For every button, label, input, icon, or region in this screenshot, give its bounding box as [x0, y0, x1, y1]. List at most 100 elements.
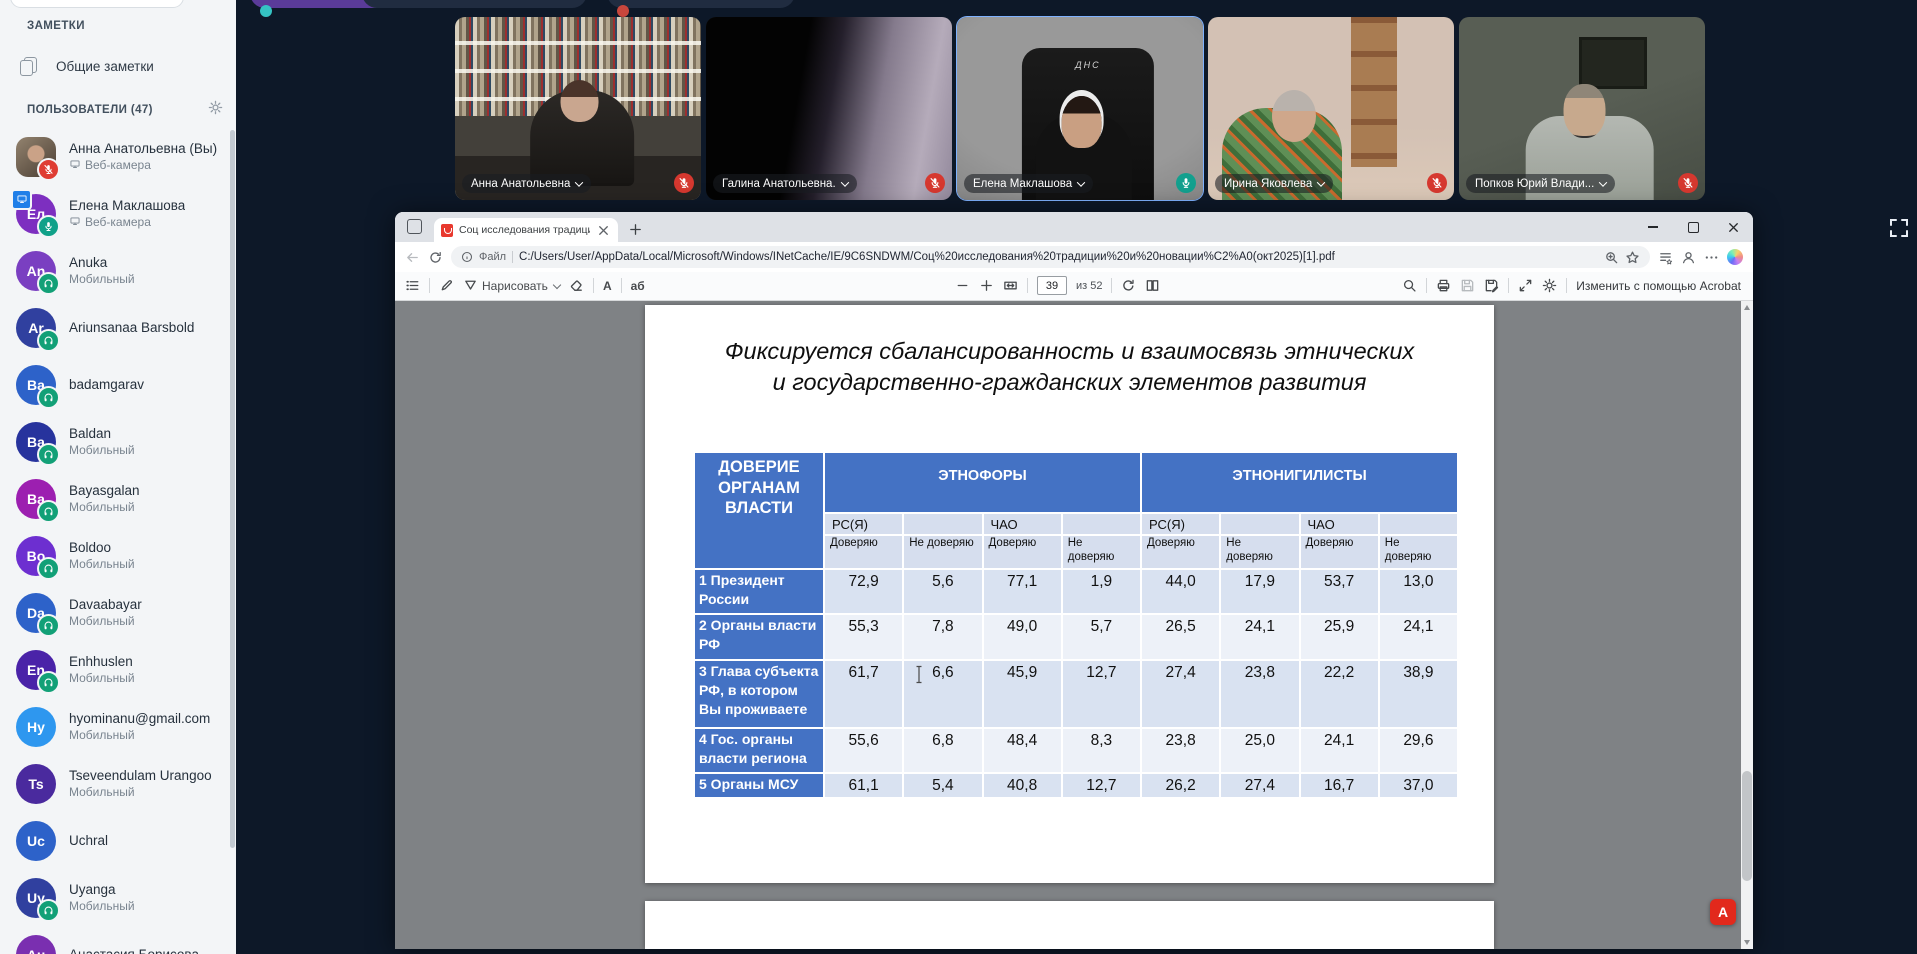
video-tile[interactable]: Ирина Яковлева [1208, 17, 1454, 200]
page-view-icon[interactable] [1145, 278, 1160, 293]
acrobat-floating-badge[interactable]: A [1710, 899, 1736, 925]
video-tile[interactable]: Галина Анатольевна. [706, 17, 952, 200]
zoom-out-icon[interactable] [955, 278, 970, 293]
more-menu-icon[interactable] [1704, 250, 1719, 265]
collections-icon[interactable] [1658, 250, 1673, 265]
save-icon[interactable] [1460, 278, 1475, 293]
participant-row[interactable]: Ba badamgarav [0, 356, 236, 413]
minimize-button[interactable] [1633, 212, 1673, 242]
save-as-icon[interactable] [1484, 278, 1499, 293]
maximize-button[interactable] [1673, 212, 1713, 242]
info-icon[interactable] [461, 251, 473, 263]
participant-row[interactable]: Анна Анатольевна (Вы) Веб-камера [0, 128, 236, 185]
url-field[interactable]: Файл C:/Users/User/AppData/Local/Microso… [451, 246, 1650, 268]
scroll-up-arrow[interactable] [1744, 305, 1750, 310]
zoom-page-icon[interactable] [1604, 250, 1619, 265]
participant-row[interactable]: Ar Ariunsanaa Barsbold [0, 299, 236, 356]
page-number-input[interactable]: 39 [1037, 276, 1067, 295]
divider [512, 251, 513, 263]
edit-with-acrobat-button[interactable]: Изменить с помощью Acrobat [1576, 279, 1741, 293]
participant-row[interactable]: En Enhhuslen Мобильный [0, 641, 236, 698]
speaker-pill[interactable] [362, 0, 587, 8]
eraser-icon[interactable] [569, 278, 584, 293]
zoom-in-icon[interactable] [979, 278, 994, 293]
participant-row[interactable]: Bo Boldoo Мобильный [0, 527, 236, 584]
highlighter-icon[interactable] [439, 278, 454, 293]
participant-row[interactable]: Ts Tseveendulam Urangoo Мобильный [0, 755, 236, 812]
video-tile[interactable]: Анна Анатольевна [455, 17, 701, 200]
participant-status-text: Мобильный [69, 557, 135, 571]
audio-status-badge [37, 614, 60, 637]
search-icon[interactable] [1402, 278, 1417, 293]
rotate-icon[interactable] [1121, 278, 1136, 293]
participant-status-text: Мобильный [69, 785, 135, 799]
audio-status-badge [37, 557, 60, 580]
pdf-content-area[interactable]: Фиксируется сбалансированность и взаимос… [395, 301, 1753, 949]
shared-notes-item[interactable]: Общие заметки [0, 46, 236, 86]
participant-status-text: Мобильный [69, 671, 135, 685]
tile-name-pill[interactable]: Елена Маклашова [964, 174, 1093, 193]
avatar: Uc [16, 821, 56, 861]
notes-icon [20, 57, 36, 76]
tile-name-pill[interactable]: Галина Анатольевна. [713, 174, 857, 193]
participant-row[interactable]: An Anuka Мобильный [0, 242, 236, 299]
back-icon[interactable] [405, 250, 420, 265]
video-tile[interactable]: ДНС Елена Маклашова [957, 17, 1203, 200]
favorite-star-icon[interactable] [1625, 250, 1640, 265]
slide-title-line1: Фиксируется сбалансированность и взаимос… [645, 336, 1494, 367]
tile-name-pill[interactable]: Попков Юрий Влади... [1466, 174, 1615, 193]
cell-value: 16,7 [1300, 773, 1379, 798]
add-text-icon[interactable]: A [603, 279, 612, 293]
cell-value: 12,7 [1062, 660, 1141, 728]
participant-row[interactable]: Ел Елена Маклашова Веб-камера [0, 185, 236, 242]
new-tab-button[interactable] [628, 222, 643, 237]
sidebar-scrollbar-thumb[interactable] [230, 130, 235, 848]
participant-row[interactable]: Ba Baldan Мобильный [0, 413, 236, 470]
copilot-icon[interactable] [1727, 249, 1743, 265]
tile-name-pill[interactable]: Ирина Яковлева [1215, 174, 1333, 193]
row-label: 2 Органы власти РФ [694, 614, 824, 660]
table-measure-header: Не доверяю [1062, 535, 1141, 569]
table-region-header: ЧАО [1300, 513, 1379, 535]
settings-gear-icon[interactable] [1542, 278, 1557, 293]
profile-icon[interactable] [1681, 250, 1696, 265]
participant-row[interactable]: Uy Uyanga Мобильный [0, 869, 236, 926]
fit-width-icon[interactable] [1003, 278, 1018, 293]
participant-name: badamgarav [69, 377, 144, 392]
stop-share-pill[interactable] [607, 0, 795, 8]
participant-row[interactable]: Ba Bayasgalan Мобильный [0, 470, 236, 527]
participant-row[interactable]: Ан Анастасия Борисова [0, 926, 236, 954]
expand-icon[interactable] [1518, 278, 1533, 293]
workspaces-icon[interactable] [407, 219, 422, 234]
pdf-scrollbar[interactable] [1741, 301, 1753, 949]
search-input[interactable] [10, 0, 184, 8]
participant-row[interactable]: Hy hyominanu@gmail.com Мобильный [0, 698, 236, 755]
participant-name: Uyanga [69, 882, 135, 897]
participant-row[interactable]: Da Davaabayar Мобильный [0, 584, 236, 641]
video-tile[interactable]: Попков Юрий Влади... [1459, 17, 1705, 200]
browser-tab[interactable]: Соц исследования традиции и н [434, 218, 618, 242]
divider [1508, 278, 1509, 293]
print-icon[interactable] [1436, 278, 1451, 293]
chevron-down-icon [1599, 178, 1607, 186]
tab-close-icon[interactable] [596, 223, 611, 238]
refresh-icon[interactable] [428, 250, 443, 265]
read-aloud-icon[interactable]: аб [631, 279, 645, 293]
participant-list: Анна Анатольевна (Вы) Веб-камера Ел Елен… [0, 128, 236, 954]
users-gear-icon[interactable] [208, 100, 223, 120]
participant-row[interactable]: Uc Uchral [0, 812, 236, 869]
participant-status-text: Мобильный [69, 500, 135, 514]
participant-status-text: Мобильный [69, 614, 135, 628]
participant-status: Мобильный [69, 614, 142, 628]
fullscreen-icon[interactable] [1886, 215, 1912, 241]
scroll-down-arrow[interactable] [1744, 940, 1750, 945]
tile-name-pill[interactable]: Анна Анатольевна [462, 174, 591, 193]
scrollbar-thumb[interactable] [1742, 771, 1752, 881]
audio-status-badge [37, 329, 60, 352]
participant-name: Tseveendulam Urangoo [69, 768, 212, 783]
table-region-header [1379, 513, 1458, 535]
toc-icon[interactable] [405, 278, 420, 293]
close-button[interactable] [1713, 212, 1753, 242]
draw-button[interactable]: Нарисовать [463, 277, 560, 295]
divider [1566, 278, 1567, 293]
